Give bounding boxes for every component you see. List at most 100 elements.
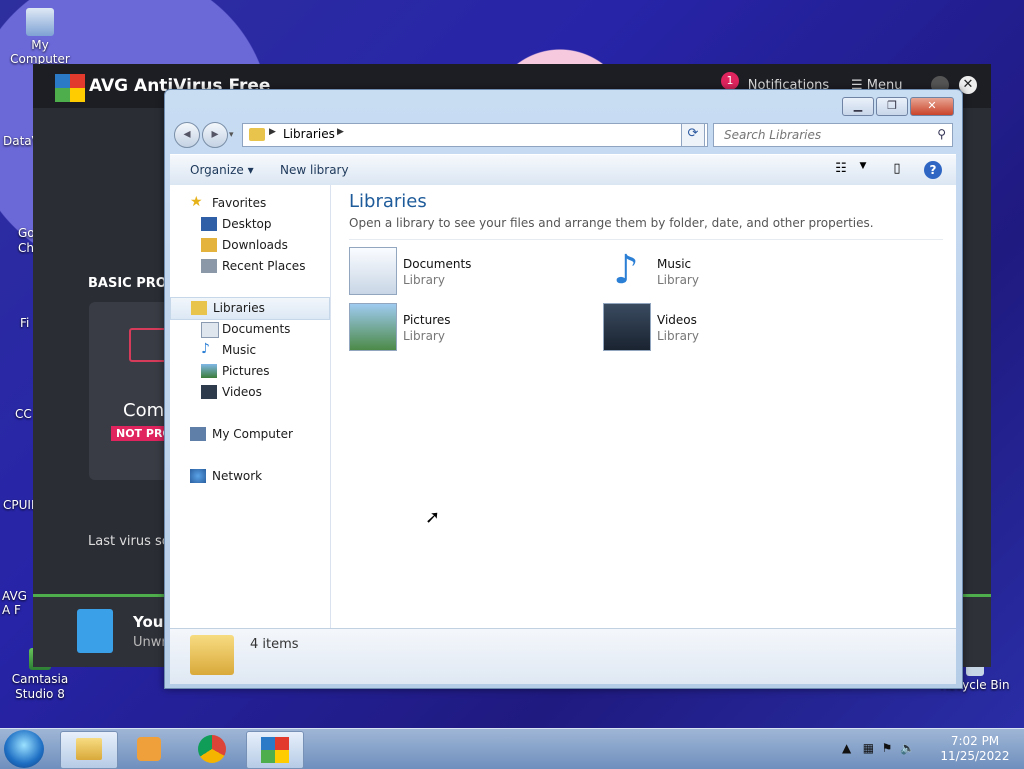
- videos-icon: [201, 385, 217, 399]
- library-type: Library: [403, 273, 445, 287]
- preview-pane-icon[interactable]: ▯: [888, 161, 906, 179]
- desktop-icon-label: Camtasia Studio 8: [11, 672, 69, 701]
- avg-promo-subtitle: Unwr: [133, 635, 167, 650]
- videos-library-icon: [603, 303, 651, 351]
- minimize-button[interactable]: ▁: [842, 97, 874, 116]
- forward-button[interactable]: ▸: [202, 122, 228, 148]
- star-icon: ★: [190, 194, 203, 210]
- libraries-large-icon: [190, 635, 234, 675]
- view-options-icon[interactable]: ☷: [832, 161, 850, 179]
- avg-icon: [261, 737, 289, 763]
- organize-button[interactable]: Organize ▾: [190, 163, 254, 177]
- recent-pages-dropdown[interactable]: ▾: [229, 130, 234, 140]
- desktop-partial-label[interactable]: CPUII: [3, 498, 34, 512]
- nav-label: Music: [222, 343, 257, 357]
- back-button[interactable]: ◂: [174, 122, 200, 148]
- nav-network[interactable]: Network: [170, 466, 328, 487]
- volume-icon[interactable]: 🔈: [900, 741, 915, 755]
- nav-desktop[interactable]: Desktop: [170, 214, 328, 235]
- search-input[interactable]: [722, 127, 926, 143]
- documents-library-icon: [349, 247, 397, 295]
- avg-basic-protection-label: BASIC PROT: [88, 276, 176, 291]
- clock-date: 11/25/2022: [940, 749, 1010, 763]
- music-library-icon: ♪: [613, 247, 639, 293]
- address-bar[interactable]: ▶ Libraries ▶ ▼: [242, 123, 708, 147]
- maximize-button[interactable]: ❐: [876, 97, 908, 116]
- nav-downloads[interactable]: Downloads: [170, 235, 328, 256]
- network-icon: [190, 469, 206, 483]
- taskbar-media-player-button[interactable]: [122, 731, 178, 767]
- content-pane: Libraries Open a library to see your fil…: [331, 185, 956, 628]
- desktop-partial-label[interactable]: AVG A F: [2, 589, 32, 617]
- divider: [349, 239, 943, 240]
- desktop-partial-label[interactable]: Go Ch: [18, 226, 35, 256]
- nav-recent-places[interactable]: Recent Places: [170, 256, 328, 277]
- desktop-icon-my-computer[interactable]: My Computer: [0, 8, 80, 66]
- music-icon: ♪: [201, 341, 210, 357]
- close-button[interactable]: ✕: [910, 97, 954, 116]
- caption-buttons: ▁ ❐ ✕: [840, 97, 954, 116]
- pictures-icon: [201, 364, 217, 378]
- refresh-button[interactable]: ⟳: [681, 123, 705, 147]
- item-count: 4 items: [250, 637, 299, 652]
- media-player-icon: [137, 737, 161, 761]
- taskbar-chrome-button[interactable]: [184, 731, 240, 767]
- clock-time: 7:02 PM: [950, 734, 1000, 748]
- new-library-button[interactable]: New library: [280, 163, 349, 177]
- page-description: Open a library to see your files and arr…: [349, 216, 874, 230]
- breadcrumb-arrow-icon[interactable]: ▶: [269, 127, 276, 137]
- nav-label: Pictures: [222, 364, 270, 378]
- library-documents[interactable]: Documents Library: [349, 247, 569, 299]
- library-name: Music: [657, 257, 692, 271]
- details-pane: 4 items: [170, 628, 956, 684]
- search-icon[interactable]: ⚲: [937, 127, 946, 141]
- network-tray-icon[interactable]: ▦: [863, 741, 874, 755]
- search-box[interactable]: ⚲: [713, 123, 953, 147]
- libraries-folder-icon: [249, 128, 265, 141]
- view-dropdown-icon[interactable]: ▼: [854, 161, 872, 179]
- nav-label: Recent Places: [222, 259, 306, 273]
- library-type: Library: [657, 273, 699, 287]
- library-name: Documents: [403, 257, 472, 271]
- nav-favorites[interactable]: ★ Favorites: [170, 193, 328, 214]
- nav-label: Network: [212, 469, 263, 483]
- system-tray: ▲ ▦ ⚑ 🔈: [842, 741, 915, 755]
- library-music[interactable]: ♪ Music Library: [603, 247, 823, 299]
- nav-libraries[interactable]: Libraries: [170, 297, 330, 320]
- clock[interactable]: 7:02 PM 11/25/2022: [940, 734, 1010, 764]
- navigation-pane: ★ Favorites Desktop Downloads Recent Pla…: [170, 185, 331, 628]
- library-name: Pictures: [403, 313, 451, 327]
- pictures-library-icon: [349, 303, 397, 351]
- desktop-partial-label[interactable]: CC: [15, 407, 32, 421]
- recent-places-icon: [201, 259, 217, 273]
- taskbar-explorer-button[interactable]: [60, 731, 118, 769]
- flag-tray-icon[interactable]: ⚑: [882, 741, 893, 755]
- nav-music[interactable]: ♪ Music: [170, 340, 328, 361]
- taskbar-avg-button[interactable]: [246, 731, 304, 769]
- avg-last-scan: Last virus sc: [88, 534, 169, 549]
- page-title: Libraries: [349, 191, 427, 212]
- library-pictures[interactable]: Pictures Library: [349, 303, 569, 355]
- desktop-partial-label[interactable]: Fi: [20, 316, 29, 330]
- show-hidden-icons-button[interactable]: ▲: [842, 741, 851, 755]
- downloads-folder-icon: [201, 238, 217, 252]
- nav-pictures[interactable]: Pictures: [170, 361, 328, 382]
- breadcrumb-libraries[interactable]: Libraries: [283, 127, 335, 141]
- nav-label: Documents: [222, 322, 291, 336]
- breadcrumb-arrow-icon[interactable]: ▶: [337, 127, 344, 137]
- folder-icon: [76, 738, 102, 760]
- nav-videos[interactable]: Videos: [170, 382, 328, 403]
- nav-label: Favorites: [212, 196, 267, 210]
- nav-label: Desktop: [222, 217, 272, 231]
- nav-documents[interactable]: Documents: [170, 319, 328, 340]
- libraries-icon: [191, 301, 207, 315]
- nav-my-computer[interactable]: My Computer: [170, 424, 328, 445]
- gift-icon: [77, 609, 113, 653]
- avg-logo-icon: [55, 74, 85, 102]
- library-type: Library: [657, 329, 699, 343]
- library-videos[interactable]: Videos Library: [603, 303, 823, 355]
- desktop-icon-label: My Computer: [10, 38, 70, 66]
- start-button[interactable]: [4, 730, 44, 768]
- help-icon[interactable]: ?: [924, 161, 942, 179]
- explorer-window: ▁ ❐ ✕ ◂ ▸ ▾ ▶ Libraries ▶ ▼ ⟳ ⚲ Organize…: [164, 89, 963, 689]
